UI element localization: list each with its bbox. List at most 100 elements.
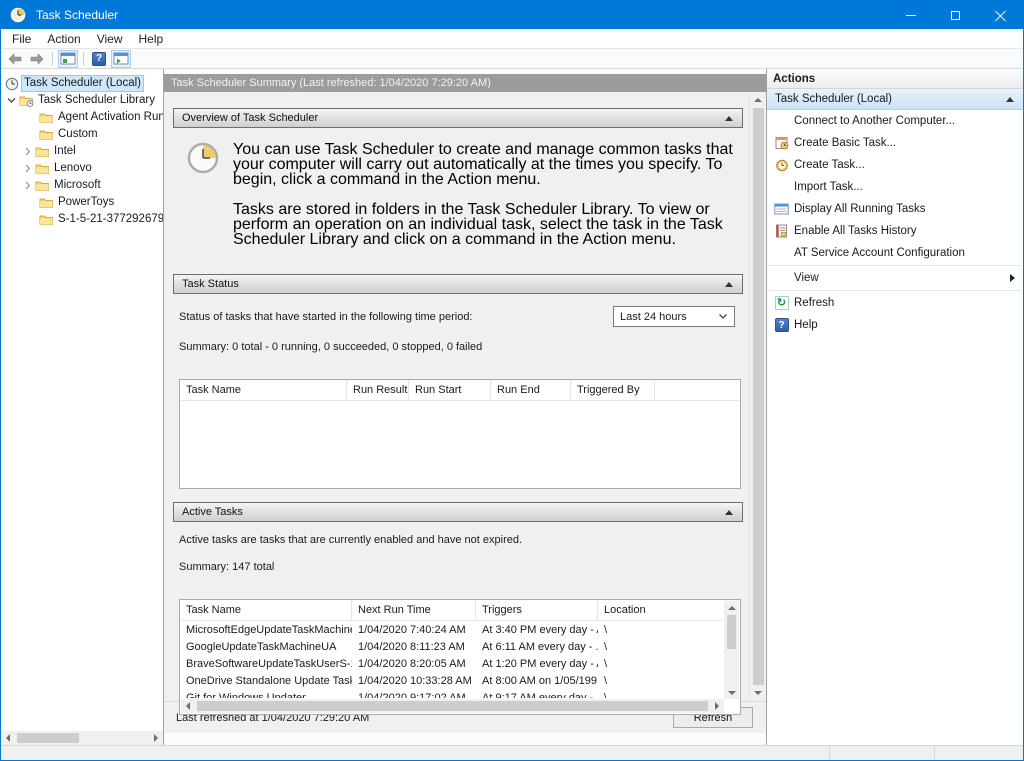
active-task-row[interactable]: BraveSoftwareUpdateTaskUserS-1-... 1/04/… (180, 655, 724, 672)
tree-item-agent-activation-runtime[interactable]: Agent Activation Runt (1, 109, 163, 126)
active-task-row[interactable]: GoogleUpdateTaskMachineUA 1/04/2020 8:11… (180, 638, 724, 655)
menu-action[interactable]: Action (39, 30, 88, 48)
triggers: At 9:17 AM every day - ... (476, 692, 598, 699)
menu-file[interactable]: File (4, 30, 39, 48)
help-toolbar-button[interactable]: ? (89, 50, 109, 68)
action-view[interactable]: View (767, 267, 1023, 289)
submenu-arrow-icon (1010, 274, 1015, 282)
tree-item-intel[interactable]: Intel (1, 143, 163, 160)
back-button[interactable] (5, 50, 25, 68)
close-button[interactable] (978, 1, 1023, 29)
scroll-right-arrow[interactable] (149, 731, 163, 745)
collapse-icon[interactable] (725, 282, 733, 287)
scrollbar-thumb[interactable] (753, 108, 764, 685)
menu-bar: File Action View Help (1, 29, 1023, 48)
active-tasks-section: Active Tasks Active tasks are tasks that… (173, 502, 743, 719)
task-status-section-header[interactable]: Task Status (173, 274, 743, 294)
active-task-row[interactable]: Git for Windows Updater 1/04/2020 9:17:0… (180, 689, 724, 698)
status-segment (1, 746, 829, 760)
overview-section: Overview of Task Scheduler You (173, 108, 743, 265)
tree-item-sid-folder[interactable]: S-1-5-21-3772926790- (1, 211, 163, 228)
action-create-task[interactable]: Create Task... (767, 154, 1023, 176)
action-create-basic-task[interactable]: Create Basic Task... (767, 132, 1023, 154)
chevron-collapsed-icon[interactable] (19, 164, 35, 173)
action-label: Create Task... (794, 159, 865, 171)
menu-help[interactable]: Help (131, 30, 172, 48)
column-header-next-run-time[interactable]: Next Run Time (352, 600, 476, 620)
column-header-run-start[interactable]: Run Start (409, 380, 491, 400)
tree-item-label: Lenovo (52, 161, 94, 176)
toolbar: ? (1, 48, 1023, 69)
show-action-pane-button[interactable] (111, 50, 131, 68)
tree-item-task-scheduler-local[interactable]: Task Scheduler (Local) (1, 75, 163, 92)
task-name: BraveSoftwareUpdateTaskUserS-1-... (180, 658, 352, 670)
action-connect-computer[interactable]: Connect to Another Computer... (767, 110, 1023, 132)
scrollbar-thumb[interactable] (17, 733, 79, 743)
collapse-icon[interactable] (1006, 97, 1014, 102)
location: \ (598, 641, 678, 653)
column-header-triggers[interactable]: Triggers (476, 600, 598, 620)
time-period-dropdown[interactable]: Last 24 hours (613, 306, 735, 327)
minimize-button[interactable] (888, 1, 933, 29)
scroll-left-arrow[interactable] (181, 699, 195, 713)
tree-item-task-scheduler-library[interactable]: Task Scheduler Library (1, 92, 163, 109)
active-tasks-section-header[interactable]: Active Tasks (173, 502, 743, 522)
scroll-down-arrow[interactable] (725, 687, 739, 698)
status-bar (1, 745, 1023, 760)
chevron-collapsed-icon[interactable] (19, 181, 35, 190)
show-console-tree-button[interactable] (58, 50, 78, 68)
scroll-down-arrow[interactable] (751, 687, 765, 699)
maximize-button[interactable] (933, 1, 978, 29)
table-horizontal-scrollbar[interactable] (181, 699, 724, 713)
menu-view[interactable]: View (89, 30, 131, 48)
summary-panel: Task Scheduler Summary (Last refreshed: … (164, 69, 766, 745)
scroll-right-arrow[interactable] (710, 699, 724, 713)
action-at-service-config[interactable]: AT Service Account Configuration (767, 242, 1023, 264)
action-label: Help (794, 319, 818, 331)
next-run-time: 1/04/2020 9:17:02 AM (352, 692, 476, 699)
chevron-collapsed-icon[interactable] (19, 147, 35, 156)
action-help[interactable]: ? Help (767, 314, 1023, 336)
action-enable-history[interactable]: Enable All Tasks History (767, 220, 1023, 242)
summary-footer-spacer (164, 733, 766, 745)
action-refresh[interactable]: ↻ Refresh (767, 292, 1023, 314)
column-header-task-name[interactable]: Task Name (180, 600, 352, 620)
summary-vertical-scrollbar[interactable] (749, 92, 766, 701)
action-pane-icon (113, 52, 129, 65)
scrollbar-thumb[interactable] (197, 701, 708, 711)
action-display-running-tasks[interactable]: Display All Running Tasks (767, 198, 1023, 220)
tree-item-microsoft[interactable]: Microsoft (1, 177, 163, 194)
clock-icon (5, 77, 22, 91)
action-import-task[interactable]: Import Task... (767, 176, 1023, 198)
scroll-up-arrow[interactable] (751, 94, 765, 106)
scroll-left-arrow[interactable] (1, 731, 15, 745)
active-task-row[interactable]: OneDrive Standalone Update Task-... 1/04… (180, 672, 724, 689)
active-task-row[interactable]: MicrosoftEdgeUpdateTaskMachine... 1/04/2… (180, 621, 724, 638)
column-header-task-name[interactable]: Task Name (180, 380, 347, 400)
folder-icon (35, 179, 52, 192)
action-label: Connect to Another Computer... (794, 115, 955, 127)
main-area: Task Scheduler (Local) Task Scheduler Li… (1, 69, 1023, 745)
scroll-up-arrow[interactable] (725, 602, 739, 613)
actions-separator (769, 265, 1021, 266)
overview-section-header[interactable]: Overview of Task Scheduler (173, 108, 743, 128)
table-vertical-scrollbar[interactable] (724, 601, 739, 699)
column-header-run-end[interactable]: Run End (491, 380, 571, 400)
tree-item-custom[interactable]: Custom (1, 126, 163, 143)
column-header-location[interactable]: Location (598, 600, 724, 620)
actions-group-header[interactable]: Task Scheduler (Local) (767, 89, 1023, 110)
status-segment (829, 746, 934, 760)
chevron-expanded-icon[interactable] (3, 96, 19, 105)
scrollbar-thumb[interactable] (727, 615, 736, 649)
column-header-run-result[interactable]: Run Result (347, 380, 409, 400)
collapse-icon[interactable] (725, 116, 733, 121)
task-scheduler-window: Task Scheduler File Action View Help (0, 0, 1024, 761)
column-header-triggered-by[interactable]: Triggered By (571, 380, 655, 400)
tree-item-powertoys[interactable]: PowerToys (1, 194, 163, 211)
collapse-icon[interactable] (725, 510, 733, 515)
close-icon (995, 10, 1006, 21)
tree-horizontal-scrollbar[interactable] (1, 731, 163, 745)
tree-item-lenovo[interactable]: Lenovo (1, 160, 163, 177)
forward-button[interactable] (27, 50, 47, 68)
folder-icon (35, 162, 52, 175)
